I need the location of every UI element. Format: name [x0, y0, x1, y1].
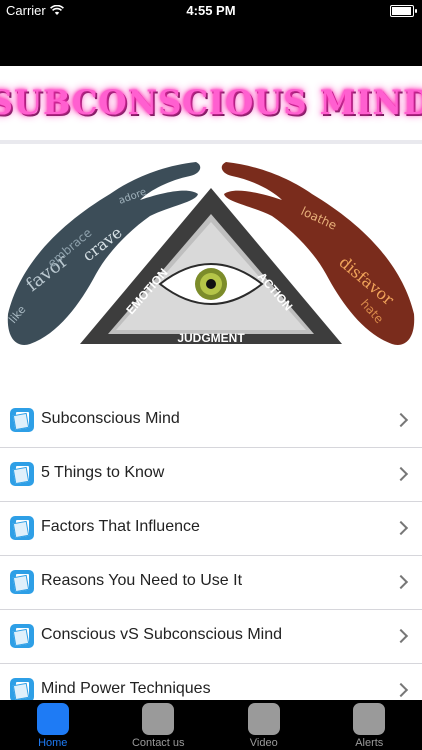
hero-illustration: favor crave embrace like adore disfavor … [0, 144, 422, 374]
document-icon [10, 678, 34, 702]
document-icon [10, 516, 34, 540]
chevron-right-icon [393, 520, 409, 536]
chevron-right-icon [393, 682, 409, 698]
clock: 4:55 PM [186, 3, 236, 18]
tab-video[interactable]: Video [211, 700, 317, 750]
document-icon [10, 462, 34, 486]
document-icon [10, 624, 34, 648]
document-icon [10, 570, 34, 594]
chevron-right-icon [393, 628, 409, 644]
tab-home[interactable]: Home [0, 700, 106, 750]
video-icon [247, 703, 280, 735]
tab-label: Alerts [355, 737, 384, 749]
list-item-label: Subconscious Mind [41, 410, 180, 427]
status-bar: Carrier 4:55 PM [0, 0, 422, 22]
tab-label: Video [249, 737, 278, 749]
list-item-label: Mind Power Techniques [41, 680, 211, 697]
list-item-label: Conscious vS Subconscious Mind [41, 626, 283, 643]
list-item-label: Factors That Influence [41, 518, 200, 535]
chevron-right-icon [393, 412, 409, 428]
mind-triangle-illustration: favor crave embrace like adore disfavor … [6, 162, 415, 345]
alerts-icon [353, 703, 386, 735]
list-item-label: 5 Things to Know [41, 464, 165, 481]
tab-label: Home [38, 737, 68, 749]
tab-contact-us[interactable]: Contact us [106, 700, 212, 750]
list-item[interactable]: 5 Things to Know [0, 448, 422, 502]
list-item-label: Reasons You Need to Use It [41, 572, 243, 589]
judgment-label: JUDGMENT [177, 331, 245, 345]
list-item[interactable]: Subconscious Mind [0, 394, 422, 448]
list-item[interactable]: Conscious vS Subconscious Mind [0, 610, 422, 664]
tab-alerts[interactable]: Alerts [317, 700, 422, 750]
battery-icon [390, 5, 417, 17]
chevron-right-icon [393, 574, 409, 590]
app-banner: SUBCONSCIOUS MIND [0, 66, 422, 140]
home-icon [36, 703, 69, 735]
list-item[interactable]: Reasons You Need to Use It [0, 556, 422, 610]
contact-icon [142, 703, 175, 735]
app-logo-title: SUBCONSCIOUS MIND [0, 83, 422, 123]
navigation-bar [0, 22, 422, 66]
document-icon [10, 408, 34, 432]
tab-label: Contact us [131, 737, 185, 749]
chevron-right-icon [393, 466, 409, 482]
topic-list: Subconscious Mind 5 Things to Know Facto… [0, 394, 422, 718]
tab-bar: Home Contact us Video Alerts [0, 700, 422, 750]
list-item[interactable]: Factors That Influence [0, 502, 422, 556]
